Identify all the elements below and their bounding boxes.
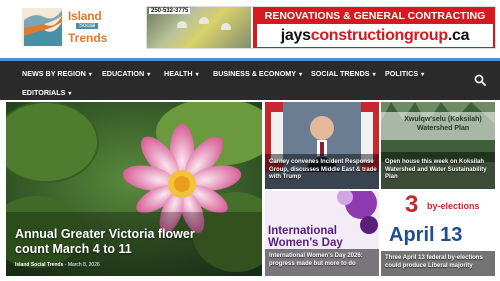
logo-text-island: Island	[68, 9, 102, 23]
nav-item-editorials[interactable]: EDITORIALS ▾	[22, 88, 71, 97]
nav-label: EDITORIALS	[22, 88, 66, 97]
article-card-carney[interactable]: Carney convenes Incident Response Group,…	[265, 102, 379, 189]
article-card-koksilah[interactable]: Xwulqw'selu (Koksilah) Watershed Plan Op…	[381, 102, 495, 189]
nav-item-business-economy[interactable]: BUSINESS & ECONOMY ▾	[213, 69, 302, 78]
chevron-down-icon: ▾	[299, 72, 303, 78]
search-icon[interactable]	[474, 74, 486, 86]
hard-hat-icon	[177, 21, 187, 28]
ad-domain-part2: constructiongroup	[310, 27, 448, 44]
article-image-by-elections: by-elections	[427, 201, 480, 211]
ad-domain-part3: .ca	[447, 27, 470, 44]
site-header: Island Social Trends 250-532-3775 RENOVA…	[0, 0, 500, 58]
chevron-down-icon: ▾	[195, 72, 199, 78]
logo-text-trends: Trends	[68, 31, 108, 45]
nav-label: SOCIAL TRENDS	[311, 69, 370, 78]
chevron-down-icon: ▾	[421, 72, 425, 78]
main-nav: NEWS BY REGION ▾ EDUCATION ▾ HEALTH ▾ BUSIN…	[0, 58, 500, 100]
nav-item-education[interactable]: EDUCATION ▾	[102, 69, 150, 78]
chevron-down-icon: ▾	[147, 72, 151, 78]
hero-author[interactable]: Island Social Trends	[15, 262, 63, 268]
article-image-text: Xwulqw'selu (Koksilah) Watershed Plan	[404, 116, 482, 132]
nav-item-news-by-region[interactable]: NEWS BY REGION ▾	[22, 69, 92, 78]
site-logo[interactable]: Island Social Trends	[22, 6, 122, 48]
article-title[interactable]: Carney convenes Incident Response Group,…	[269, 159, 377, 182]
nav-item-health[interactable]: HEALTH ▾	[164, 69, 199, 78]
logo-text-social: Social	[76, 23, 99, 29]
hero-meta: Island Social Trends - March 8, 2026	[15, 262, 100, 268]
hero-title[interactable]: Annual Greater Victoria flower count Mar…	[15, 227, 215, 257]
nav-label: NEWS BY REGION	[22, 69, 86, 78]
article-image-text-2: Women's Day	[268, 237, 343, 249]
article-image-date: April 13	[389, 224, 463, 246]
chevron-down-icon: ▾	[372, 72, 376, 78]
article-title[interactable]: Open house this week on Koksilah Watersh…	[385, 159, 493, 182]
ad-headline: RENOVATIONS & GENERAL CONTRACTING	[264, 10, 486, 22]
nav-label: BUSINESS & ECONOMY	[213, 69, 297, 78]
hard-hat-icon	[221, 23, 231, 30]
article-image-text-1: International	[268, 225, 338, 237]
nav-item-social-trends[interactable]: SOCIAL TRENDS ▾	[311, 69, 376, 78]
article-card-womens-day[interactable]: International Women's Day International …	[265, 191, 379, 276]
ad-domain: jaysconstructiongroup.ca	[257, 24, 493, 47]
nav-label: POLITICS	[385, 69, 419, 78]
ad-red-banner: RENOVATIONS & GENERAL CONTRACTING jaysco…	[253, 7, 495, 48]
ad-phone: 250-532-3775	[149, 8, 191, 14]
hero-article[interactable]: Annual Greater Victoria flower count Mar…	[6, 102, 262, 276]
article-card-by-elections[interactable]: 3 by-elections April 13 Three April 13 f…	[381, 191, 495, 276]
advertisement-banner[interactable]: 250-532-3775 RENOVATIONS & GENERAL CONTR…	[146, 6, 496, 49]
chevron-down-icon: ▾	[88, 72, 92, 78]
hero-separator: -	[64, 262, 67, 268]
article-image-number: 3	[405, 191, 419, 218]
ad-photo: 250-532-3775	[147, 7, 251, 48]
logo-wave-icon	[22, 8, 62, 46]
article-title[interactable]: International Women's Day 2026: progress…	[269, 253, 377, 268]
chevron-down-icon: ▾	[68, 91, 72, 97]
nav-item-politics[interactable]: POLITICS ▾	[385, 69, 424, 78]
hero-date: March 8, 2026	[67, 262, 100, 268]
ad-domain-part1: jays	[280, 27, 311, 44]
nav-label: EDUCATION	[102, 69, 145, 78]
nav-label: HEALTH	[164, 69, 193, 78]
article-title[interactable]: Three April 13 federal by-elections coul…	[385, 255, 493, 270]
hard-hat-icon	[199, 17, 209, 24]
page: Island Social Trends 250-532-3775 RENOVA…	[0, 0, 500, 281]
